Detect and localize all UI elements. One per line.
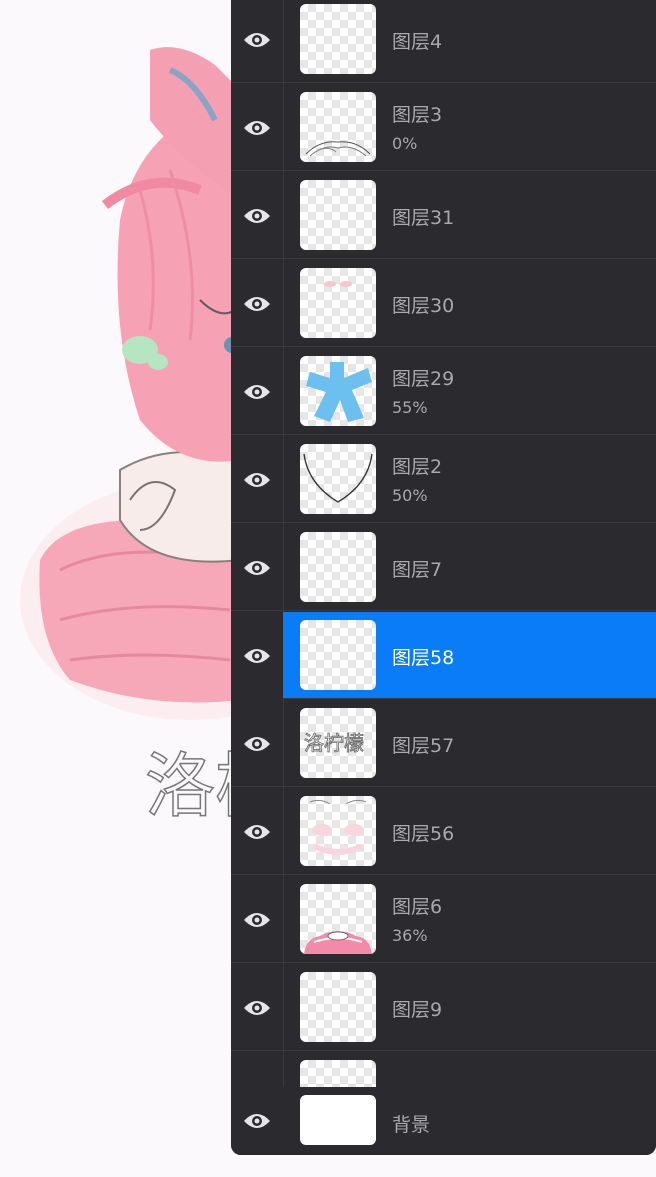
eye-icon[interactable] <box>231 84 283 171</box>
eye-icon[interactable] <box>231 436 283 523</box>
layer-opacity: 36% <box>392 926 428 945</box>
eye-icon[interactable] <box>231 172 283 259</box>
layer-row[interactable]: 图层6 36% <box>231 876 656 963</box>
eye-icon[interactable] <box>231 788 283 875</box>
layer-name: 图层58 <box>392 647 455 669</box>
layers-panel: 图层4 图层3 0% 图层31 图层30 图层29 55% 图层2 50% 图层7 图层58 洛柠檬图… <box>231 0 656 1155</box>
layer-name: 图层6 <box>392 896 443 918</box>
layer-opacity: 55% <box>392 398 428 417</box>
layer-row[interactable]: 图层4 <box>231 0 656 83</box>
layer-thumbnail[interactable] <box>300 92 376 162</box>
layer-thumbnail[interactable] <box>300 356 376 426</box>
layer-name: 图层30 <box>392 295 455 317</box>
layer-opacity: 50% <box>392 486 428 505</box>
eye-icon[interactable] <box>231 612 283 699</box>
layer-thumbnail[interactable]: 洛柠檬 <box>300 708 376 778</box>
layer-row[interactable]: 图层29 55% <box>231 348 656 435</box>
layer-row[interactable]: 图层7 <box>231 524 656 611</box>
layer-thumbnail[interactable] <box>300 532 376 602</box>
layer-name: 背景 <box>392 1114 431 1136</box>
layer-row[interactable]: 图层2 50% <box>231 436 656 523</box>
layer-thumbnail[interactable] <box>300 884 376 954</box>
layer-thumbnail[interactable] <box>300 268 376 338</box>
layer-thumbnail[interactable] <box>300 444 376 514</box>
layer-name: 图层56 <box>392 823 455 845</box>
layer-name: 图层9 <box>392 999 443 1021</box>
layer-name: 图层57 <box>392 735 455 757</box>
layer-name: 图层2 <box>392 456 443 478</box>
layer-list[interactable]: 图层4 图层3 0% 图层31 图层30 图层29 55% 图层2 50% 图层7 图层58 洛柠檬图… <box>231 0 656 1087</box>
layer-thumbnail[interactable] <box>300 620 376 690</box>
eye-icon[interactable] <box>231 1087 283 1155</box>
layer-thumbnail[interactable] <box>300 4 376 74</box>
layer-name: 图层7 <box>392 559 443 581</box>
layer-row[interactable]: 图层9 <box>231 964 656 1051</box>
layer-row[interactable]: 洛柠檬 图层57 <box>231 700 656 787</box>
layer-row[interactable]: 图层30 <box>231 260 656 347</box>
eye-icon[interactable] <box>231 964 283 1051</box>
layer-row[interactable]: 图层3 0% <box>231 84 656 171</box>
layer-thumbnail[interactable] <box>300 796 376 866</box>
layer-name: 图层29 <box>392 368 455 390</box>
layer-thumbnail[interactable] <box>300 972 376 1042</box>
eye-icon[interactable] <box>231 700 283 787</box>
layer-row[interactable]: 图层31 <box>231 172 656 259</box>
eye-icon[interactable] <box>231 524 283 611</box>
eye-icon[interactable] <box>231 0 283 83</box>
eye-icon[interactable] <box>231 260 283 347</box>
layer-thumbnail <box>300 1095 376 1145</box>
layer-thumbnail[interactable] <box>300 1060 376 1087</box>
layer-name: 图层3 <box>392 104 443 126</box>
eye-icon[interactable] <box>231 348 283 435</box>
layer-name: 图层4 <box>392 31 443 53</box>
background-layer-row[interactable]: 背景 <box>231 1087 656 1155</box>
svg-text:洛柠檬: 洛柠檬 <box>304 731 364 755</box>
layer-row[interactable]: 图层58 <box>244 612 656 699</box>
layer-opacity: 0% <box>392 134 418 153</box>
layer-row-partial[interactable] <box>231 1052 656 1087</box>
eye-icon[interactable] <box>231 876 283 963</box>
layer-row[interactable]: 图层56 <box>231 788 656 875</box>
layer-thumbnail[interactable] <box>300 180 376 250</box>
eye-icon[interactable] <box>231 1052 283 1087</box>
layer-name: 图层31 <box>392 207 455 229</box>
